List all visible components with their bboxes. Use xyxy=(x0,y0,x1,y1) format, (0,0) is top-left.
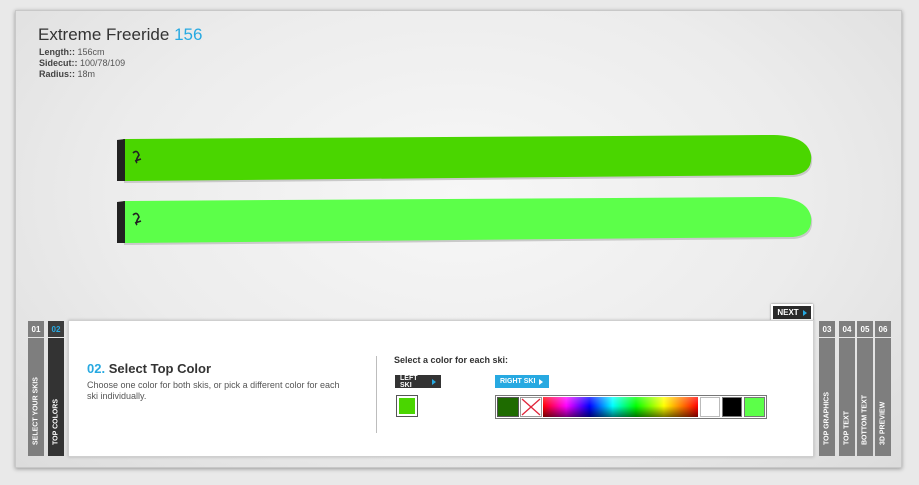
color-spectrum[interactable] xyxy=(543,397,698,417)
color-palette xyxy=(495,395,767,419)
ski-size: 156 xyxy=(174,25,203,44)
left-ski-color-swatch[interactable] xyxy=(396,395,418,417)
tab-select-your-skis[interactable]: Select your skis xyxy=(28,338,44,456)
right-ski-preview[interactable] xyxy=(117,197,817,247)
top-color-panel: 02. Select Top Color Choose one color fo… xyxy=(68,320,814,457)
tab-bottom-text[interactable]: Bottom text xyxy=(857,338,873,456)
white-swatch[interactable] xyxy=(700,397,720,417)
spec-length: Length:: 156cm xyxy=(39,47,105,57)
tab-top-text[interactable]: Top text xyxy=(839,338,855,456)
step-05-number[interactable]: 05 xyxy=(857,321,873,337)
designer-frame: Extreme Freeride 156 Length:: 156cm Side… xyxy=(15,10,902,468)
arrow-right-icon xyxy=(539,378,544,385)
step-number: 02. xyxy=(87,361,106,376)
current-color-swatch[interactable] xyxy=(497,397,519,417)
tab-top-colors[interactable]: Top colors xyxy=(48,338,64,456)
panel-divider xyxy=(376,356,377,433)
no-color-swatch[interactable] xyxy=(520,397,542,417)
no-color-icon xyxy=(521,398,541,416)
spec-radius: Radius:: 18m xyxy=(39,69,96,79)
ski-model-name: Extreme Freeride xyxy=(38,25,170,44)
tab-3d-preview[interactable]: 3D preview xyxy=(875,338,891,456)
green-swatch[interactable] xyxy=(744,397,765,417)
arrow-right-icon xyxy=(802,309,807,316)
left-ski-tab[interactable]: LEFT SKI xyxy=(395,375,441,389)
ski-title: Extreme Freeride 156 xyxy=(38,25,202,45)
next-button[interactable]: NEXT xyxy=(771,304,813,321)
step-heading: 02. Select Top Color xyxy=(87,361,211,376)
step-title: Select Top Color xyxy=(108,361,212,376)
ski-specs: Length:: 156cm Sidecut:: 100/78/109 Radi… xyxy=(39,47,125,80)
black-swatch[interactable] xyxy=(722,397,742,417)
step-03-number[interactable]: 03 xyxy=(819,321,835,337)
step-04-number[interactable]: 04 xyxy=(839,321,855,337)
spec-sidecut: Sidecut:: 100/78/109 xyxy=(39,58,126,68)
tab-top-graphics[interactable]: Top graphics xyxy=(819,338,835,456)
step-06-number[interactable]: 06 xyxy=(875,321,891,337)
left-ski-preview[interactable] xyxy=(117,135,817,185)
step-description: Choose one color for both skis, or pick … xyxy=(87,380,340,401)
arrow-right-icon xyxy=(432,378,436,385)
step-02-number[interactable]: 02 xyxy=(48,321,64,337)
color-instruction: Select a color for each ski: xyxy=(394,355,509,365)
step-01-number[interactable]: 01 xyxy=(28,321,44,337)
right-ski-tab[interactable]: RIGHT SKI xyxy=(495,375,549,388)
